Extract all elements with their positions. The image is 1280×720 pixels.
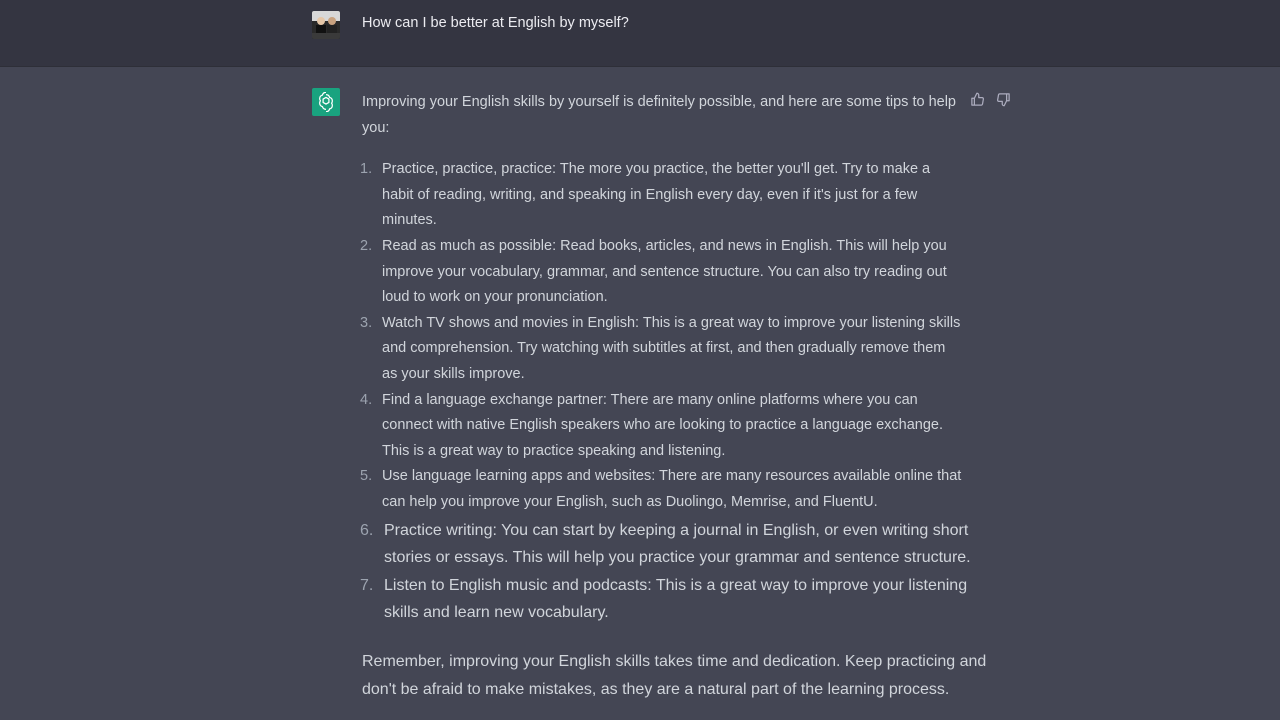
list-item-number: 2. [360, 237, 373, 254]
tips-list: 1. Practice, practice, practice: The mor… [360, 157, 962, 515]
thumbs-up-icon [970, 92, 984, 106]
list-item-number: 4. [360, 391, 373, 408]
list-item-text: Listen to English music and podcasts: Th… [384, 576, 968, 622]
assistant-outro: Remember, improving your English skills … [362, 652, 987, 698]
list-item: 4. Find a language exchange partner: The… [360, 388, 962, 465]
list-item: 3. Watch TV shows and movies in English:… [360, 311, 962, 388]
list-item-number: 5. [360, 468, 373, 485]
user-message-text: How can I be better at English by myself… [362, 15, 629, 31]
list-item: 1. Practice, practice, practice: The mor… [360, 157, 962, 234]
list-item: 2. Read as much as possible: Read books,… [360, 234, 962, 311]
assistant-message: Improving your English skills by yoursel… [360, 90, 986, 703]
list-item-number: 7. [360, 576, 374, 594]
list-item-text: Practice writing: You can start by keepi… [384, 521, 971, 567]
list-item-number: 3. [360, 314, 373, 331]
list-item-text: Practice, practice, practice: The more y… [382, 161, 931, 229]
thumbs-down-button[interactable] [994, 90, 1012, 108]
list-item-text: Find a language exchange partner: There … [382, 391, 944, 459]
list-item-number: 1. [360, 161, 373, 178]
thumbs-down-icon [996, 92, 1010, 106]
list-item-text: Watch TV shows and movies in English: Th… [382, 314, 961, 382]
user-avatar [312, 11, 340, 39]
assistant-intro: Improving your English skills by yoursel… [362, 94, 956, 136]
list-item-text: Read as much as possible: Read books, ar… [382, 237, 947, 306]
list-item: 5. Use language learning apps and websit… [360, 464, 962, 515]
openai-logo-icon [319, 92, 333, 112]
list-item: 7. Listen to English music and podcasts:… [360, 572, 982, 627]
list-item-number: 6. [360, 521, 374, 539]
list-item: 6. Practice writing: You can start by ke… [360, 517, 982, 572]
assistant-avatar [312, 88, 340, 116]
thumbs-up-button[interactable] [968, 90, 986, 108]
user-message-row: How can I be better at English by myself… [0, 0, 1280, 67]
user-photo [312, 11, 340, 39]
list-item-text: Use language learning apps and websites:… [382, 468, 962, 510]
tips-list-continued: 6. Practice writing: You can start by ke… [360, 517, 982, 627]
